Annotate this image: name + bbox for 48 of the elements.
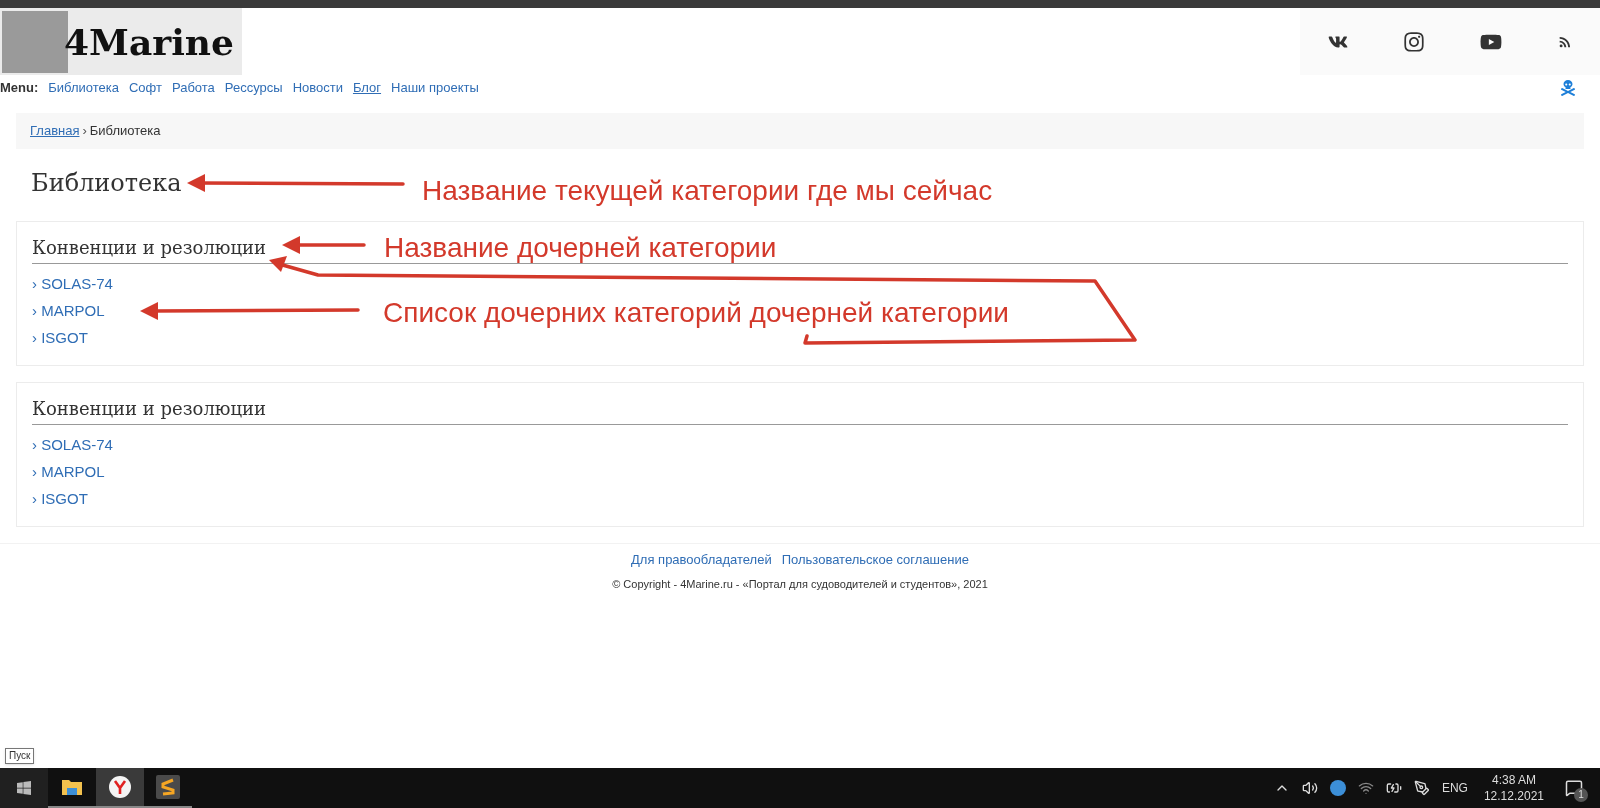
- tooltip: Пуск: [5, 748, 35, 764]
- editor-logo-icon: [156, 775, 180, 799]
- menu-label: Menu:: [0, 79, 39, 98]
- taskbar-app[interactable]: [96, 768, 144, 808]
- copyright-text: © Copyright - 4Marine.ru - «Портал для судоводителей и студентов», 2021: [612, 576, 988, 592]
- skull-icon[interactable]: [1560, 80, 1576, 96]
- logo-text: 4Marine: [64, 19, 234, 65]
- speaker-icon[interactable]: [1301, 780, 1318, 796]
- subcategory-link[interactable]: › MARPOL: [32, 458, 105, 485]
- page-title: Библиотека: [31, 168, 182, 199]
- menu-link[interactable]: Библиотека: [48, 78, 119, 98]
- windows-icon: [16, 780, 32, 796]
- instagram-icon[interactable]: [1402, 30, 1425, 53]
- menu-link[interactable]: Наши проекты: [391, 78, 479, 98]
- category-title[interactable]: Конвенции и резолюции: [32, 395, 267, 422]
- notification-badge: 1: [1574, 788, 1588, 802]
- category-title[interactable]: Конвенции и резолюции: [32, 234, 267, 261]
- battery-icon[interactable]: [1385, 780, 1402, 796]
- menu-link[interactable]: Рессурсы: [224, 78, 283, 98]
- pen-icon[interactable]: [1413, 780, 1430, 796]
- menu-link[interactable]: Работа: [171, 78, 215, 98]
- tray-app-icon[interactable]: [1329, 780, 1346, 796]
- subcategory-link[interactable]: › ISGOT: [32, 324, 88, 351]
- start-button[interactable]: [0, 768, 48, 808]
- subcategory-link[interactable]: › SOLAS-74: [32, 270, 113, 297]
- wifi-icon[interactable]: [1357, 780, 1374, 796]
- clock[interactable]: 4:38 AM 12.12.2021: [1479, 772, 1548, 804]
- menu-link[interactable]: Блог: [352, 78, 382, 98]
- folder-icon: [61, 777, 83, 797]
- annotation-text: Список дочерних категорий дочерней категории: [383, 296, 1009, 330]
- breadcrumb-separator: ›: [82, 122, 87, 141]
- clock-date: 12.12.2021: [1483, 788, 1544, 804]
- footer-link[interactable]: Для правообладателей: [631, 550, 772, 570]
- footer-link[interactable]: Пользовательское соглашение: [781, 550, 969, 570]
- annotation-text: Название текущей категории где мы сейчас: [422, 174, 993, 208]
- menu-link[interactable]: Софт: [128, 78, 162, 98]
- notifications-button[interactable]: 1: [1560, 774, 1588, 802]
- clock-time: 4:38 AM: [1491, 772, 1536, 788]
- subcategory-link[interactable]: › SOLAS-74: [32, 431, 113, 458]
- breadcrumb-current: Библиотека: [89, 122, 161, 141]
- language-indicator[interactable]: ENG: [1441, 779, 1468, 797]
- annotation-text: Название дочерней категории: [384, 231, 777, 265]
- breadcrumb-link[interactable]: Главная: [30, 121, 80, 141]
- subcategory-link[interactable]: › MARPOL: [32, 297, 105, 324]
- subcategory-link[interactable]: › ISGOT: [32, 485, 88, 512]
- menu-link[interactable]: Новости: [292, 78, 343, 98]
- browser-logo-icon: [108, 775, 132, 799]
- message-icon: [1565, 779, 1583, 797]
